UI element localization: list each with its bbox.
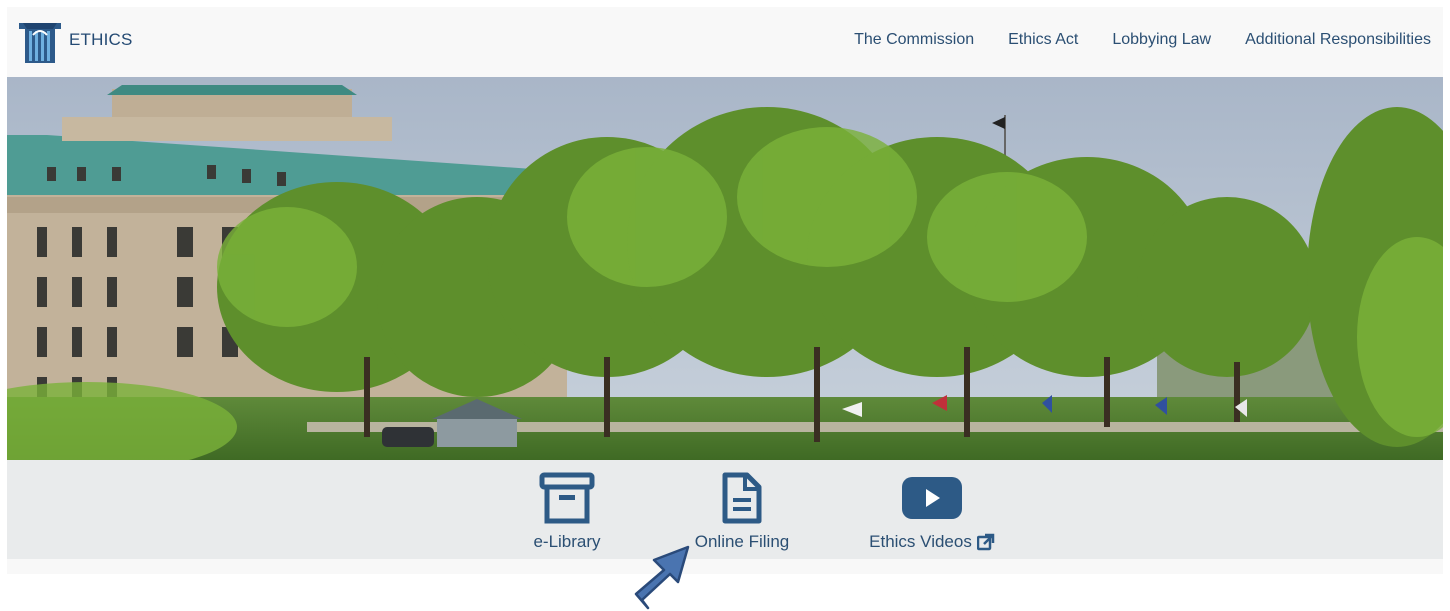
quick-links-bar: e-Library Online Filing Ethics Videos [7, 460, 1443, 559]
document-icon [722, 472, 762, 524]
archive-box-icon [539, 472, 595, 524]
page-frame: ETHICS The Commission Ethics Act Lobbyin… [7, 7, 1443, 574]
ethics-videos-label-wrap: Ethics Videos [869, 532, 995, 552]
capitol-building-photo [7, 77, 1443, 460]
e-library-link[interactable]: e-Library [527, 472, 607, 552]
nav-the-commission[interactable]: The Commission [854, 31, 974, 49]
nav-lobbying-law[interactable]: Lobbying Law [1112, 31, 1211, 49]
youtube-play-icon [902, 477, 962, 519]
ethics-videos-label: Ethics Videos [869, 532, 972, 551]
ethics-videos-link[interactable]: Ethics Videos [852, 472, 1012, 552]
nav-additional-responsibilities[interactable]: Additional Responsibilities [1245, 31, 1431, 49]
brand-name[interactable]: ETHICS [69, 30, 133, 50]
hero-banner [7, 77, 1443, 460]
nav-ethics-act[interactable]: Ethics Act [1008, 31, 1078, 49]
external-link-icon [976, 533, 995, 551]
pointer-arrow-icon [634, 545, 690, 610]
site-header: ETHICS The Commission Ethics Act Lobbyin… [7, 7, 1443, 77]
keystone-logo-icon[interactable] [17, 19, 63, 65]
main-nav: The Commission Ethics Act Lobbying Law A… [854, 31, 1431, 49]
e-library-label: e-Library [533, 532, 601, 551]
